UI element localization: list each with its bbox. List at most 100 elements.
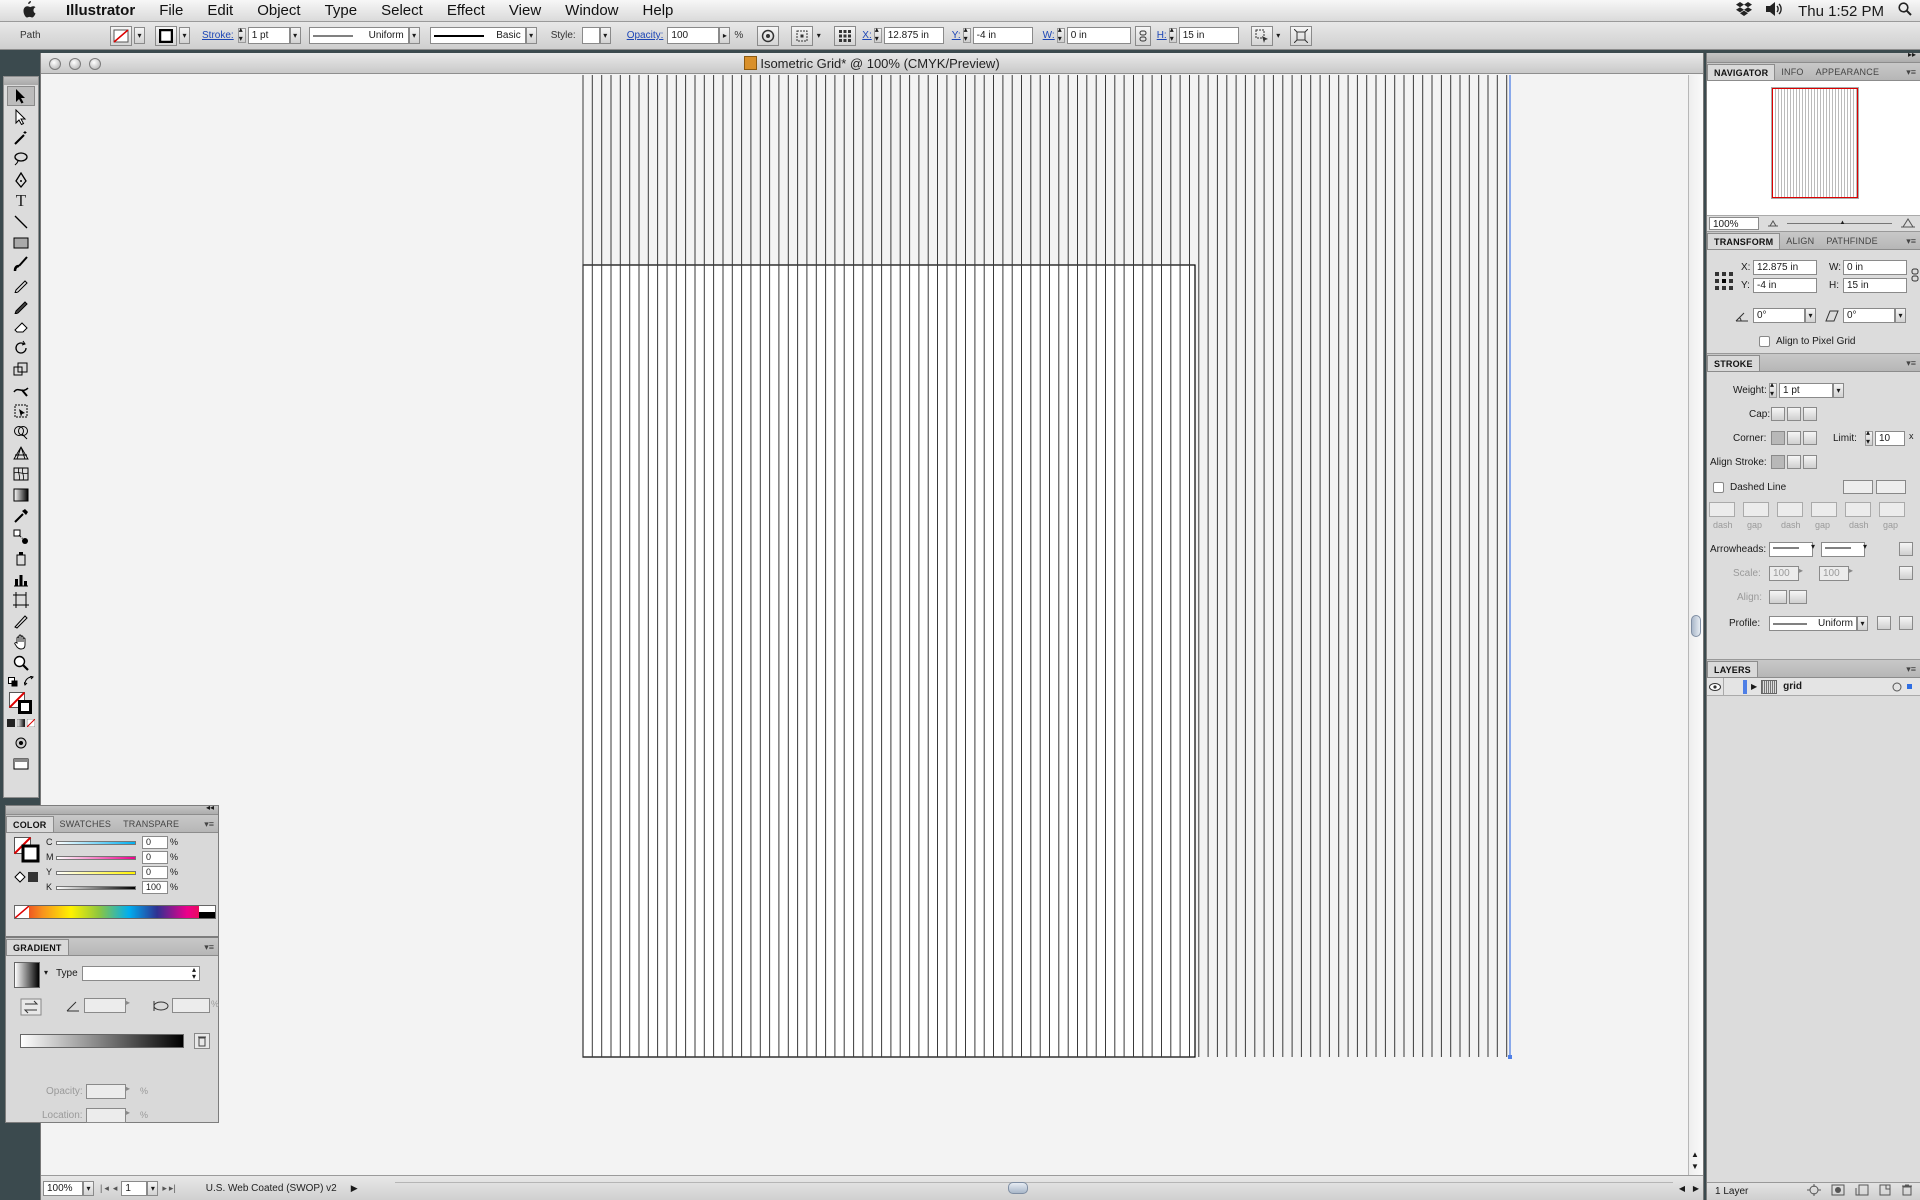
pen-tool-icon[interactable] bbox=[7, 170, 35, 190]
stroke-weight-input[interactable]: 1 pt bbox=[247, 27, 290, 44]
zoom-tool-icon[interactable] bbox=[7, 653, 35, 673]
artboard-number-input[interactable]: 1 bbox=[121, 1180, 148, 1196]
round-join-icon[interactable] bbox=[1787, 431, 1801, 445]
transform-menu-icon[interactable]: ▾≡ bbox=[1906, 233, 1916, 249]
horizontal-scrollbar[interactable] bbox=[395, 1182, 1673, 1194]
projecting-cap-icon[interactable] bbox=[1803, 407, 1817, 421]
black-swatch[interactable] bbox=[199, 912, 215, 918]
gradient-angle-dropdown[interactable]: ▸ bbox=[126, 998, 130, 1007]
stroke-panel-weight-dropdown[interactable]: ▾ bbox=[1833, 383, 1844, 398]
arrow-tip-beyond-icon[interactable] bbox=[1769, 590, 1787, 604]
delete-stop-icon[interactable] bbox=[194, 1033, 210, 1052]
window-minimize-button[interactable] bbox=[69, 58, 81, 70]
stroke-color-box[interactable] bbox=[18, 700, 32, 717]
new-layer-icon[interactable] bbox=[1879, 1184, 1891, 1199]
y-input[interactable]: -4 in bbox=[972, 27, 1033, 44]
scroll-up-arrow[interactable]: ▲ bbox=[1691, 1150, 1699, 1159]
end-arrowhead-dropdown[interactable]: ▾ bbox=[1863, 542, 1867, 551]
apple-icon[interactable] bbox=[20, 0, 40, 22]
stroke-profile-dropdown[interactable]: ▾ bbox=[1857, 616, 1868, 631]
limit-input[interactable]: 10 bbox=[1875, 431, 1905, 446]
delete-layer-icon[interactable] bbox=[1901, 1184, 1913, 1199]
tab-info[interactable]: INFO bbox=[1775, 64, 1809, 80]
align-dashes-icon[interactable] bbox=[1876, 480, 1906, 494]
layer-row[interactable]: ▶ grid bbox=[1707, 677, 1920, 696]
default-fill-stroke-icon[interactable] bbox=[8, 677, 18, 690]
tab-align[interactable]: ALIGN bbox=[1780, 233, 1820, 249]
warp-tool-icon[interactable] bbox=[7, 380, 35, 400]
tab-gradient[interactable]: GRADIENT bbox=[6, 939, 69, 955]
blob-brush-tool-icon[interactable] bbox=[7, 296, 35, 316]
anchor-point[interactable] bbox=[1508, 1055, 1512, 1059]
start-arrowhead-select[interactable] bbox=[1769, 542, 1813, 557]
constrain-proportions-icon[interactable] bbox=[1134, 25, 1151, 46]
aspect-ratio-icon[interactable] bbox=[152, 1000, 170, 1015]
gradient-mode-icon[interactable] bbox=[16, 718, 26, 730]
drawing-mode-icon[interactable] bbox=[7, 733, 35, 753]
tools-panel-grip[interactable] bbox=[4, 77, 38, 85]
menu-app-name[interactable]: Illustrator bbox=[54, 2, 147, 19]
arrow-tip-at-end-icon[interactable] bbox=[1789, 590, 1807, 604]
artboard-dropdown[interactable]: ▾ bbox=[147, 1180, 159, 1196]
tab-navigator[interactable]: NAVIGATOR bbox=[1707, 64, 1776, 80]
scale-tool-icon[interactable] bbox=[7, 359, 35, 379]
h-label[interactable]: H: bbox=[1157, 30, 1167, 41]
shear-angle-input[interactable]: 0° bbox=[1843, 308, 1895, 323]
document-title-bar[interactable]: Isometric Grid* @ 100% (CMYK/Preview) bbox=[41, 53, 1703, 74]
reverse-gradient-icon[interactable] bbox=[20, 998, 42, 1019]
stroke-panel-weight-input[interactable]: 1 pt bbox=[1779, 383, 1833, 398]
tab-pathfinder[interactable]: PATHFINDE bbox=[1820, 233, 1883, 249]
channel-y-input[interactable]: 0 bbox=[142, 866, 168, 879]
stroke-weight-dropdown[interactable]: ▾ bbox=[289, 27, 301, 44]
gradient-angle-input[interactable] bbox=[84, 998, 126, 1013]
color-panel-menu-icon[interactable]: ▾≡ bbox=[204, 816, 214, 832]
channel-k-input[interactable]: 100 bbox=[142, 881, 168, 894]
menu-help[interactable]: Help bbox=[631, 2, 686, 19]
gradient-angle-icon[interactable] bbox=[66, 1000, 80, 1015]
dashed-line-row[interactable]: Dashed Line bbox=[1713, 482, 1786, 493]
layers-menu-icon[interactable]: ▾≡ bbox=[1906, 661, 1916, 677]
round-cap-icon[interactable] bbox=[1787, 407, 1801, 421]
x-label[interactable]: X: bbox=[862, 30, 871, 41]
eraser-tool-icon[interactable] bbox=[7, 317, 35, 337]
tab-swatches[interactable]: SWATCHES bbox=[54, 816, 118, 832]
gradient-opacity-dropdown[interactable]: ▸ bbox=[126, 1084, 130, 1093]
none-mode-icon[interactable] bbox=[26, 718, 36, 730]
perspective-grid-tool-icon[interactable] bbox=[7, 443, 35, 463]
channel-m-input[interactable]: 0 bbox=[142, 851, 168, 864]
transform-h-input[interactable]: 15 in bbox=[1843, 278, 1907, 293]
aspect-ratio-input[interactable] bbox=[172, 998, 210, 1013]
style-dropdown[interactable]: ▾ bbox=[599, 27, 611, 44]
profile-dropdown[interactable]: ▾ bbox=[408, 27, 420, 44]
out-of-gamut-icon[interactable] bbox=[14, 871, 38, 886]
w-input[interactable]: 0 in bbox=[1066, 27, 1131, 44]
gap-field-1[interactable] bbox=[1743, 502, 1769, 517]
select-similar-icon[interactable] bbox=[1250, 25, 1273, 46]
isolate-selected-icon[interactable] bbox=[1289, 25, 1312, 46]
transform-constrain-icon[interactable] bbox=[1911, 268, 1919, 285]
dashed-line-checkbox[interactable] bbox=[1713, 482, 1724, 493]
menu-type[interactable]: Type bbox=[313, 2, 370, 19]
scroll-down-arrow[interactable]: ▼ bbox=[1691, 1162, 1699, 1171]
swap-fill-stroke-icon[interactable] bbox=[23, 675, 34, 689]
transform-x-input[interactable]: 12.875 in bbox=[1753, 260, 1817, 275]
zoom-out-icon[interactable] bbox=[1767, 217, 1779, 230]
none-swatch[interactable] bbox=[14, 905, 30, 919]
isometric-grid-artwork[interactable] bbox=[41, 75, 1690, 1175]
layer-visibility-icon[interactable] bbox=[1707, 682, 1723, 691]
collapse-panel-icon[interactable]: ◂◂ bbox=[206, 803, 214, 812]
transform-y-input[interactable]: -4 in bbox=[1753, 278, 1817, 293]
gradient-preview-swatch[interactable] bbox=[14, 962, 40, 988]
transform-reference-point-icon[interactable] bbox=[1715, 272, 1733, 293]
reference-point-icon[interactable] bbox=[791, 25, 814, 46]
blend-tool-icon[interactable] bbox=[7, 527, 35, 547]
rotate-tool-icon[interactable] bbox=[7, 338, 35, 358]
transform-w-input[interactable]: 0 in bbox=[1843, 260, 1907, 275]
scroll-right-arrow[interactable]: ▶ bbox=[1693, 1184, 1699, 1193]
dock-collapse-icon[interactable]: ▸▸ bbox=[1908, 50, 1916, 59]
new-sublayer-icon[interactable] bbox=[1855, 1184, 1869, 1199]
transform-options-dropdown[interactable]: ▾ bbox=[813, 27, 824, 44]
vertical-scrollbar[interactable]: ▼ ▲ bbox=[1688, 75, 1703, 1175]
rotate-angle-input[interactable]: 0° bbox=[1753, 308, 1805, 323]
menu-edit[interactable]: Edit bbox=[195, 2, 245, 19]
